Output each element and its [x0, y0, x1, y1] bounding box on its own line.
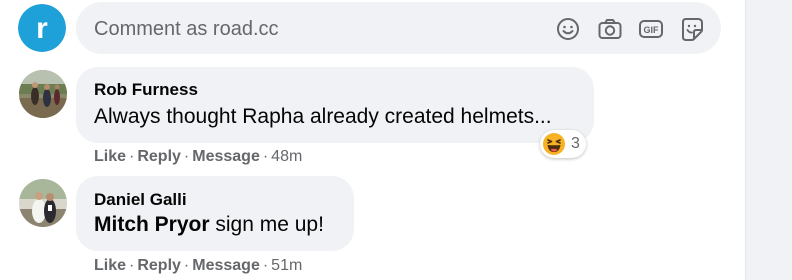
separator: · [183, 148, 190, 165]
message-button[interactable]: Message [192, 257, 260, 274]
svg-text:GIF: GIF [644, 25, 660, 35]
separator: · [183, 257, 190, 274]
right-rail [746, 0, 792, 280]
avatar[interactable] [19, 179, 67, 227]
comment-timestamp[interactable]: 48m [271, 148, 302, 165]
separator: · [262, 148, 269, 165]
gif-icon[interactable]: GIF [638, 16, 664, 42]
separator: · [129, 257, 135, 274]
comment-author[interactable]: Rob Furness [94, 80, 198, 100]
comment-text-body: sign me up! [209, 213, 324, 236]
avatar[interactable] [19, 70, 67, 118]
svg-text:r: r [36, 12, 48, 45]
reaction-count: 3 [571, 135, 580, 152]
roadcc-logo-icon: r [18, 4, 66, 52]
user-mention[interactable]: Mitch Pryor [94, 213, 210, 236]
page-avatar-roadcc[interactable]: r [18, 4, 66, 52]
reaction-summary[interactable]: 3 [540, 130, 586, 158]
comment-timestamp[interactable]: 51m [271, 257, 302, 274]
separator: · [129, 148, 135, 165]
reply-button[interactable]: Reply [137, 148, 181, 165]
comment-text: Mitch Pryor sign me up! [94, 213, 324, 237]
like-button[interactable]: Like [94, 148, 126, 165]
message-button[interactable]: Message [192, 148, 260, 165]
user-photo-daniel-galli [19, 179, 67, 227]
user-photo-rob-furness [19, 70, 67, 118]
comment-text: Always thought Rapha already created hel… [94, 105, 552, 128]
comment-composer[interactable]: GIF [76, 2, 721, 54]
comment-actions: Like · Reply · Message · 51m [94, 257, 302, 275]
camera-icon[interactable] [597, 16, 623, 42]
comment-author[interactable]: Daniel Galli [94, 190, 187, 210]
comments-feed: r GIF [0, 0, 745, 280]
haha-emoji-icon [543, 133, 565, 155]
reply-button[interactable]: Reply [137, 257, 181, 274]
separator: · [262, 257, 269, 274]
sticker-icon[interactable] [679, 16, 705, 42]
like-button[interactable]: Like [94, 257, 126, 274]
emoji-icon[interactable] [555, 16, 581, 42]
comment-input[interactable] [94, 17, 534, 41]
comment-bubble: Rob Furness Always thought Rapha already… [76, 67, 594, 143]
comment-actions: Like · Reply · Message · 48m [94, 148, 302, 166]
comment-bubble: Daniel Galli Mitch Pryor sign me up! [76, 176, 354, 251]
